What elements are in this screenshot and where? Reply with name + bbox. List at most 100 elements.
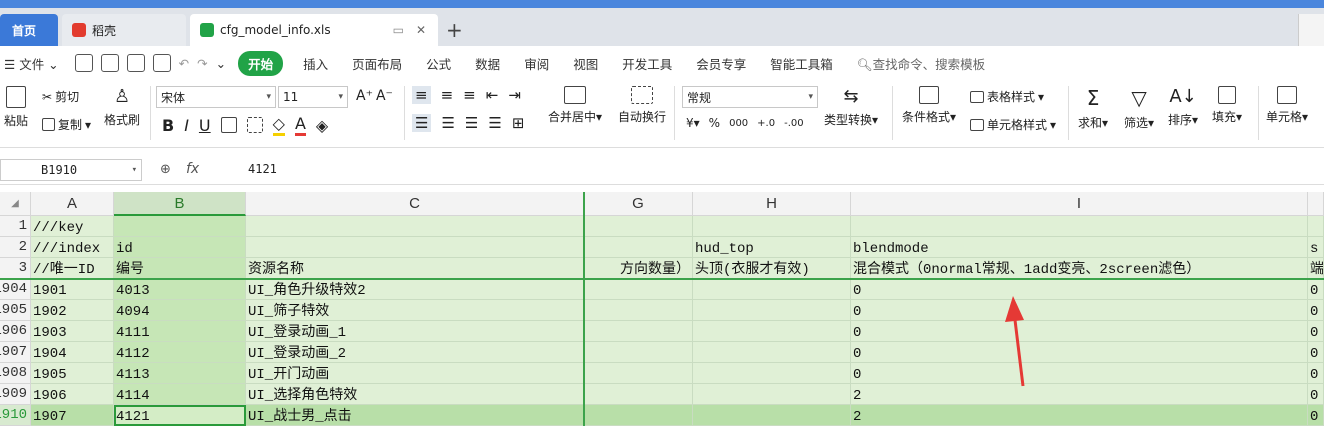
name-box[interactable]: B1910 ▾ xyxy=(0,159,142,181)
format-painter-button[interactable]: ♙ 格式刷 xyxy=(104,86,140,128)
menu-bar: ☰ 文件 ⌄ ↶ ↷ ⌄ 开始 插入 页面布局 公式 数据 审阅 视图 开发工具… xyxy=(0,46,1324,80)
menu-developer[interactable]: 开发工具 xyxy=(622,54,672,73)
currency-icon[interactable]: ¥▾ xyxy=(686,116,700,130)
table-style-icon xyxy=(970,90,984,103)
align-top-icon[interactable]: ≡ xyxy=(412,86,431,104)
menu-data[interactable]: 数据 xyxy=(475,54,500,73)
title-bar: 首页 稻壳 cfg_model_info.xls ▭ ✕ + xyxy=(0,0,1324,50)
bold-icon[interactable]: B xyxy=(162,116,174,135)
thousands-icon[interactable]: 000 xyxy=(729,118,748,129)
decimal-decrease-icon[interactable]: -.00 xyxy=(784,118,804,129)
conditional-format-button[interactable]: 条件格式▾ xyxy=(902,86,956,125)
tab-home[interactable]: 首页 xyxy=(0,14,58,46)
distributed-icon[interactable]: ⊞ xyxy=(512,114,525,132)
cut-button[interactable]: ✂ 剪切 xyxy=(42,88,79,105)
menu-page-layout[interactable]: 页面布局 xyxy=(352,54,402,73)
sort-button[interactable]: A↓ 排序▾ xyxy=(1168,86,1198,128)
menu-formula[interactable]: 公式 xyxy=(426,54,451,73)
command-search[interactable]: 🔍︎查找命令、搜索模板 xyxy=(857,54,985,73)
menu-ai-toolbox[interactable]: 智能工具箱 xyxy=(770,54,833,73)
menu-review[interactable]: 审阅 xyxy=(524,54,549,73)
table-style-button[interactable]: 表格样式 ▾ xyxy=(970,88,1044,105)
quick-access-more-icon[interactable]: ⌄ xyxy=(216,56,226,71)
shrink-font-icon[interactable]: A⁻ xyxy=(376,88,393,104)
print-preview-icon[interactable] xyxy=(152,54,171,72)
wrap-text-icon xyxy=(631,86,653,104)
indent-decrease-icon[interactable]: ⇤ xyxy=(486,86,499,104)
menu-member[interactable]: 会员专享 xyxy=(696,54,746,73)
paste-button[interactable]: 粘贴 xyxy=(4,86,28,129)
sum-label: 求和 xyxy=(1078,116,1103,130)
align-bottom-icon[interactable]: ≡ xyxy=(463,86,476,104)
cell-style-button[interactable]: 单元格样式 ▾ xyxy=(970,116,1056,133)
font-size-select[interactable]: 11 ▾ xyxy=(278,86,348,108)
fx-icon[interactable]: fx xyxy=(186,161,199,177)
save-icon[interactable] xyxy=(74,54,93,72)
clear-format-icon[interactable]: ◈ xyxy=(316,116,328,135)
ribbon-toolbar: 粘贴 ✂ 剪切 复制 ▾ ♙ 格式刷 宋体 ▾ 11 ▾ A⁺ A⁻ BIU ◇ A ◈… xyxy=(0,80,1324,148)
export-pdf-icon[interactable] xyxy=(100,54,119,72)
zoom-icon[interactable]: ⊕ xyxy=(160,162,171,177)
font-size-adjust[interactable]: A⁺ A⁻ xyxy=(356,88,393,104)
wrap-text-button[interactable]: 自动换行 xyxy=(618,86,666,125)
justify-icon[interactable]: ☰ xyxy=(488,114,501,132)
align-right-icon[interactable]: ☰ xyxy=(465,114,478,132)
filter-label: 筛选 xyxy=(1124,116,1149,130)
close-tab-icon[interactable]: ✕ xyxy=(416,23,426,37)
currency-label: ¥ xyxy=(686,116,694,130)
horizontal-align-group: ☰ ☰ ☰ ☰ ⊞ xyxy=(412,114,524,132)
type-convert-button[interactable]: ⇆ 类型转换▾ xyxy=(824,86,878,128)
new-tab-button[interactable]: + xyxy=(446,18,463,42)
chevron-down-icon: ▾ xyxy=(266,92,271,102)
formula-input[interactable]: 4121 xyxy=(248,162,277,176)
grow-font-icon[interactable]: A⁺ xyxy=(356,88,373,104)
fill-button[interactable]: 填充▾ xyxy=(1212,86,1242,125)
menu-view[interactable]: 视图 xyxy=(573,54,598,73)
tab-daoke[interactable]: 稻壳 xyxy=(62,14,186,46)
cell-style-icon xyxy=(970,118,984,131)
border-icon[interactable] xyxy=(220,117,237,133)
font-style-group: BIU ◇ A ◈ xyxy=(162,114,328,136)
merge-border-icon[interactable] xyxy=(246,117,263,133)
percent-icon[interactable]: % xyxy=(709,116,720,130)
font-color-icon[interactable]: A xyxy=(294,114,306,136)
copy-button[interactable]: 复制 ▾ xyxy=(42,116,91,133)
fill-color-icon[interactable]: ◇ xyxy=(272,114,285,136)
menu-insert[interactable]: 插入 xyxy=(303,54,328,73)
decimal-increase-icon[interactable]: +.0 xyxy=(757,118,775,129)
daoke-icon xyxy=(72,23,86,37)
undo-icon[interactable]: ↶ xyxy=(179,56,189,71)
cell-button[interactable]: 单元格▾ xyxy=(1266,86,1308,125)
clipboard-icon xyxy=(6,86,26,108)
ribbon-divider xyxy=(674,86,675,140)
spreadsheet-icon xyxy=(200,23,214,37)
chevron-down-icon: ▾ xyxy=(808,92,813,102)
font-name-value: 宋体 xyxy=(161,90,186,105)
underline-icon[interactable]: U xyxy=(199,116,211,135)
align-center-icon[interactable]: ☰ xyxy=(441,114,454,132)
funnel-icon: ▽ xyxy=(1131,86,1147,110)
tab-daoke-label: 稻壳 xyxy=(92,23,117,38)
cell-icon xyxy=(1277,86,1298,104)
restore-tab-icon[interactable]: ▭ xyxy=(393,23,404,37)
redo-icon[interactable]: ↷ xyxy=(197,56,207,71)
menu-file[interactable]: ☰ 文件 ⌄ xyxy=(4,54,59,73)
ribbon-divider xyxy=(150,86,151,140)
print-icon[interactable] xyxy=(126,54,145,72)
cell-label: 单元格 xyxy=(1266,110,1303,124)
chevron-down-icon: ▾ xyxy=(338,92,343,102)
indent-increase-icon[interactable]: ⇥ xyxy=(508,86,521,104)
tab-file[interactable]: cfg_model_info.xls ▭ ✕ xyxy=(190,14,438,46)
number-format-select[interactable]: 常规 ▾ xyxy=(682,86,818,108)
merge-center-button[interactable]: 合并居中▾ xyxy=(548,86,602,125)
font-name-select[interactable]: 宋体 ▾ xyxy=(156,86,276,108)
brush-icon: ♙ xyxy=(113,86,131,107)
sum-button[interactable]: Σ 求和▾ xyxy=(1078,86,1108,131)
table-style-label: 表格样式 xyxy=(987,90,1036,104)
align-left-icon[interactable]: ☰ xyxy=(412,114,432,132)
menu-start[interactable]: 开始 xyxy=(238,50,284,76)
number-format-value: 常规 xyxy=(687,90,712,105)
align-middle-icon[interactable]: ≡ xyxy=(441,86,454,104)
italic-icon[interactable]: I xyxy=(184,116,189,135)
filter-button[interactable]: ▽ 筛选▾ xyxy=(1124,86,1154,131)
